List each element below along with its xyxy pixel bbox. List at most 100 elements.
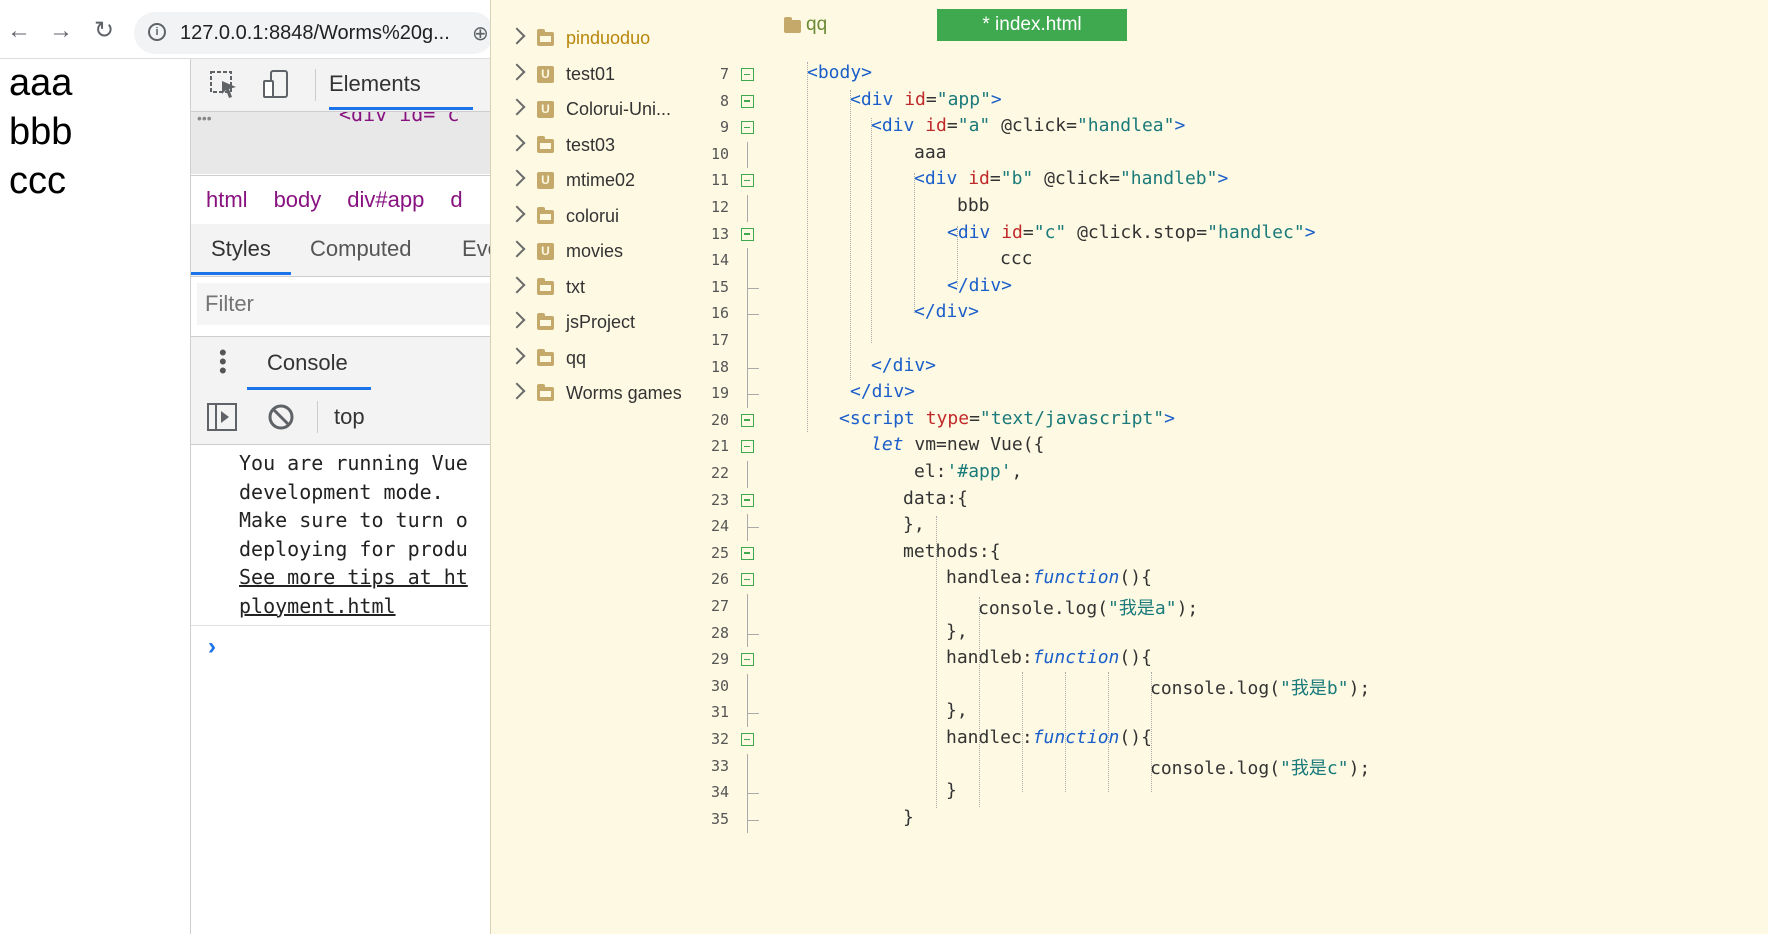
fold-toggle-icon[interactable] [741,733,754,746]
url-text[interactable]: 127.0.0.1:8848/Worms%20g... [180,22,450,45]
reload-icon[interactable]: ↻ [91,18,117,44]
chevron-right-icon[interactable] [508,347,526,364]
breadcrumb-item[interactable]: d [450,187,462,213]
dom-node[interactable]: <div id="c" [339,112,471,126]
chevron-right-icon[interactable] [508,134,526,151]
code-line[interactable]: }, [946,621,968,642]
fold-toggle-icon[interactable] [741,573,754,587]
code-line[interactable]: console.log("我是a"); [978,594,1198,620]
code-line[interactable]: <body> [807,62,872,83]
fold-end-marker [747,287,759,289]
code-line[interactable]: </div> [914,301,979,322]
console-prompt-icon[interactable]: › [208,633,216,661]
code-line[interactable]: <div id="app"> [850,89,1002,110]
fold-toggle-icon[interactable] [741,68,754,81]
fold-toggle-icon[interactable] [741,121,754,135]
chevron-right-icon[interactable] [508,276,526,293]
tab-elements[interactable]: Elements [329,71,421,97]
code-line[interactable]: <div id="c" @click.stop="handlec"> [947,222,1316,243]
fold-end-marker [747,527,759,529]
fold-guide [747,594,748,621]
code-line[interactable]: let vm=new Vue({ [871,434,1044,455]
code-line[interactable]: handleb:function(){ [946,647,1152,668]
code-line[interactable]: </div> [850,381,915,402]
breadcrumb-item[interactable]: body [274,187,322,213]
tab-styles[interactable]: Styles [211,236,271,262]
tree-item[interactable]: Worms games [491,378,689,413]
tree-item[interactable]: jsProject [491,307,689,342]
code-line[interactable]: console.log("我是c"); [1150,754,1370,780]
chevron-right-icon[interactable] [508,63,526,80]
breadcrumb-item[interactable]: div#app [347,187,424,213]
devtools-toolbar: Elements [191,59,490,112]
tree-item[interactable]: colorui [491,201,689,236]
tree-item[interactable]: pinduoduo [491,23,689,58]
fold-toggle-icon[interactable] [741,440,754,454]
device-toolbar-icon[interactable] [261,69,293,101]
code-line[interactable]: </div> [871,355,936,376]
code-line[interactable]: handlec:function(){ [946,727,1152,748]
tree-item[interactable]: txt [491,272,689,307]
indent-guide [1108,672,1109,792]
inspect-element-icon[interactable] [208,69,240,101]
chevron-right-icon[interactable] [508,98,526,116]
sidebar-toggle-icon[interactable] [207,403,237,431]
code-line[interactable]: ccc [1000,248,1033,269]
code-line[interactable]: bbb [957,195,990,216]
tab-computed[interactable]: Computed [310,236,412,262]
fold-toggle-icon[interactable] [741,94,754,108]
fold-toggle-icon[interactable] [741,227,754,241]
code-line[interactable]: <div id="b" @click="handleb"> [914,168,1228,189]
tree-item[interactable]: Umovies [491,236,689,271]
tree-item[interactable]: test03 [491,130,689,165]
fold-toggle-icon[interactable] [741,493,754,507]
clear-console-icon[interactable] [267,403,295,431]
code-line[interactable]: } [946,780,957,801]
code-line[interactable]: }, [946,700,968,721]
code-line[interactable]: methods:{ [903,541,1001,562]
fold-toggle-icon[interactable] [741,546,754,560]
project-name[interactable]: qq [806,14,827,36]
console-link[interactable]: See more tips at ht [239,563,468,591]
tree-item[interactable]: U Colorui-Uni... [491,94,689,129]
tab-index-html[interactable]: * index.html [937,9,1127,41]
code-line[interactable]: }, [903,514,925,535]
fold-toggle-icon[interactable] [741,174,754,188]
chevron-right-icon[interactable] [508,240,526,258]
code-line[interactable]: <div id="a" @click="handlea"> [871,115,1185,136]
back-arrow-icon[interactable]: ← [6,18,32,44]
tree-item[interactable]: Utest01 [491,59,689,94]
breadcrumb-item[interactable]: html [206,187,248,213]
fold-toggle-icon[interactable] [741,653,754,667]
fold-guide [747,328,748,355]
context-select[interactable]: top [334,404,365,430]
tab-console[interactable]: Console [267,350,348,376]
console-link[interactable]: ployment.html [239,592,396,620]
code-line[interactable]: aaa [914,142,947,163]
folder-icon [537,206,554,224]
chevron-right-icon[interactable] [508,205,526,222]
tree-item-label: test03 [566,134,616,155]
chevron-right-icon[interactable] [508,311,526,329]
zoom-icon[interactable]: ⊕ [472,21,489,46]
chevron-right-icon[interactable] [508,382,526,400]
tree-item[interactable]: qq [491,343,689,378]
tree-item[interactable]: Umtime02 [491,165,689,200]
chevron-right-icon[interactable] [508,27,526,45]
code-line[interactable]: data:{ [903,488,968,509]
tab-event-listeners[interactable]: Eve [462,236,490,262]
kebab-menu-icon[interactable]: • • • [219,342,229,382]
filter-input[interactable] [197,283,490,325]
project-explorer: pinduoduo Utest01 U Colorui-Uni... test03 Umt… [490,0,690,934]
info-icon[interactable]: i [148,23,166,41]
code-line[interactable]: } [903,807,914,828]
omnibox[interactable]: i 127.0.0.1:8848/Worms%20g... ⊕ [134,12,490,54]
forward-arrow-icon[interactable]: → [48,18,74,44]
line-number: 23 [710,490,729,509]
code-line[interactable]: handlea:function(){ [946,567,1152,588]
code-line[interactable]: console.log("我是b"); [1150,674,1370,700]
code-line[interactable]: el:'#app', [914,461,1022,482]
chevron-right-icon[interactable] [508,169,526,187]
fold-toggle-icon[interactable] [741,413,754,427]
code-line[interactable]: <script type="text/javascript"> [839,408,1175,429]
